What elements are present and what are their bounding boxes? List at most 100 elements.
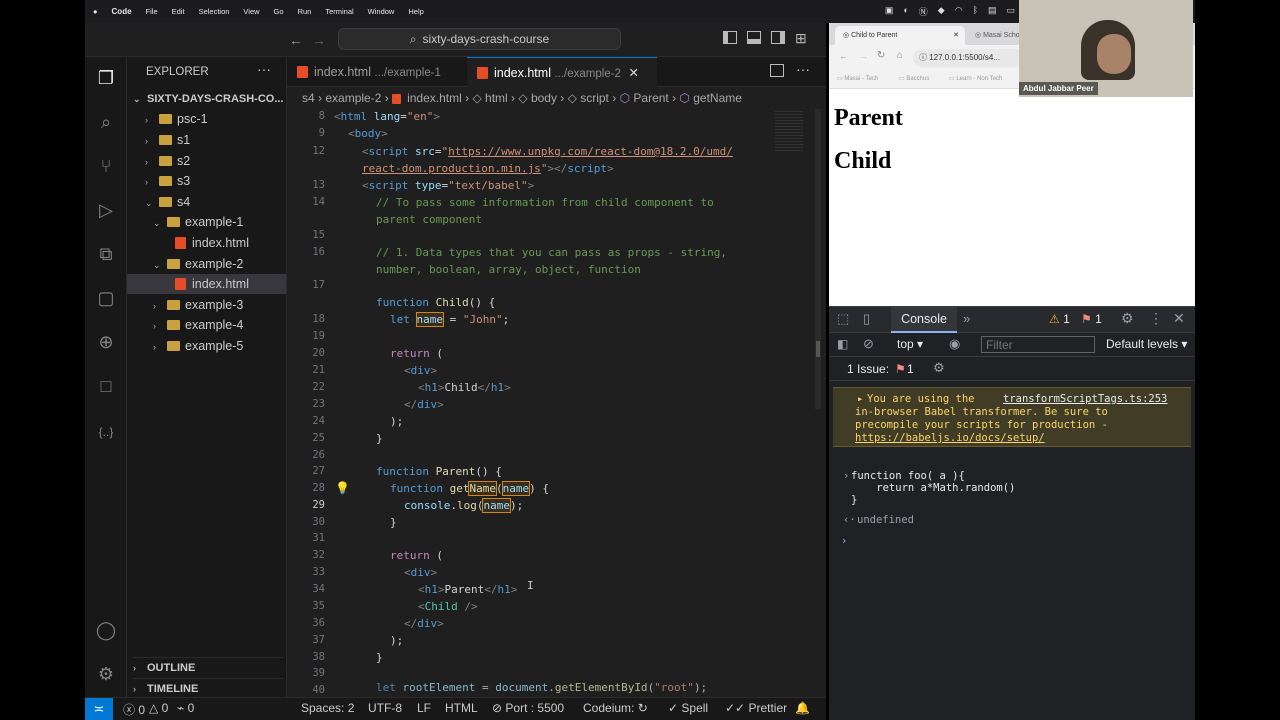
- breadcrumb-item[interactable]: body: [531, 91, 557, 105]
- browser-tab-active[interactable]: ◎ Child to Parent ✕: [835, 26, 965, 45]
- breadcrumb-item[interactable]: getName: [693, 91, 742, 105]
- source-control-icon[interactable]: ⑂: [93, 153, 119, 179]
- tree-item-s4[interactable]: ⌄ s4: [145, 192, 190, 212]
- breadcrumb-item[interactable]: script: [580, 91, 609, 105]
- forward-arrow-icon[interactable]: →: [312, 32, 326, 48]
- run-debug-icon[interactable]: ▷: [93, 197, 119, 223]
- status-icon[interactable]: ◐: [903, 5, 908, 18]
- kebab-menu-icon[interactable]: ⋮: [1149, 310, 1163, 327]
- inspect-element-icon[interactable]: ⬚: [837, 311, 849, 327]
- split-editor-icon[interactable]: [770, 64, 784, 77]
- tab-example-2[interactable]: index.html .../example-2 ✕: [467, 57, 657, 87]
- home-icon[interactable]: ⌂: [897, 50, 903, 61]
- tree-item-example-1[interactable]: ⌄ example-1: [153, 212, 243, 232]
- outline-section[interactable]: › OUTLINE: [133, 657, 283, 677]
- apple-icon[interactable]: ●: [93, 7, 98, 16]
- more-tabs-icon[interactable]: »: [963, 311, 970, 326]
- square-icon[interactable]: □: [93, 373, 119, 399]
- eye-icon[interactable]: ◉: [949, 336, 960, 352]
- tree-item-psc-1[interactable]: › psc-1: [145, 109, 208, 129]
- settings-gear-icon[interactable]: ⚙: [93, 661, 119, 687]
- address-bar[interactable]: ⓘ 127.0.0.1:5500/s4...: [913, 49, 1023, 67]
- command-center-search[interactable]: ⌕ sixty-days-crash-course: [338, 28, 621, 50]
- tree-item-example-2[interactable]: ⌄ example-2: [153, 254, 243, 274]
- back-arrow-icon[interactable]: ←: [839, 51, 848, 61]
- expand-triangle-icon[interactable]: ›: [843, 470, 849, 482]
- warnings-indicator[interactable]: △ 0: [149, 701, 168, 715]
- remote-explorer-icon[interactable]: ▢: [93, 285, 119, 311]
- device-toolbar-icon[interactable]: ▯: [863, 311, 870, 327]
- status-icon[interactable]: Ⓝ: [919, 5, 928, 18]
- menu-run[interactable]: Run: [298, 7, 312, 16]
- menu-help[interactable]: Help: [408, 7, 423, 16]
- close-icon[interactable]: ✕: [953, 26, 959, 45]
- settings-gear-icon[interactable]: ⚙: [933, 360, 945, 376]
- settings-gear-icon[interactable]: ⚙: [1121, 310, 1134, 327]
- menu-terminal[interactable]: Terminal: [325, 7, 353, 16]
- status-icon[interactable]: ▤: [988, 5, 997, 18]
- customize-layout-icon[interactable]: ⊞: [795, 30, 807, 47]
- account-icon[interactable]: ◯: [93, 617, 119, 643]
- live-server-port[interactable]: ⊘ Port : 5500: [492, 701, 564, 715]
- menu-app-name[interactable]: Code: [112, 7, 132, 16]
- extensions-icon[interactable]: ⧉: [93, 241, 119, 267]
- wifi-icon[interactable]: ◠: [955, 5, 963, 18]
- prettier-status[interactable]: ✓✓ Prettier: [725, 701, 787, 715]
- tree-item-index-html-1[interactable]: index.html: [175, 233, 249, 253]
- menu-selection[interactable]: Selection: [199, 7, 230, 16]
- language-status[interactable]: HTML: [445, 701, 478, 715]
- bookmark-item[interactable]: ▭ Masai - Tech: [837, 75, 878, 82]
- status-icon[interactable]: ▣: [885, 5, 894, 18]
- status-icon[interactable]: ◆: [938, 5, 945, 18]
- babel-docs-link[interactable]: https://babeljs.io/docs/setup/: [855, 432, 1045, 444]
- sidebar-toggle-icon[interactable]: ◧: [837, 337, 848, 351]
- menu-view[interactable]: View: [243, 7, 259, 16]
- tree-item-index-html-2[interactable]: index.html: [127, 274, 286, 294]
- forward-arrow-icon[interactable]: →: [859, 51, 868, 61]
- menu-edit[interactable]: Edit: [172, 7, 185, 16]
- project-root[interactable]: ⌄ SIXTY-DAYS-CRASH-CO...: [133, 89, 284, 109]
- tree-item-example-3[interactable]: › example-3: [153, 295, 243, 315]
- reload-icon[interactable]: ↻: [877, 50, 885, 61]
- breadcrumb-item[interactable]: Parent: [633, 91, 668, 105]
- spell-status[interactable]: ✓ Spell: [668, 701, 708, 715]
- remote-indicator-icon[interactable]: ≍: [85, 698, 113, 720]
- lightbulb-icon[interactable]: 💡: [335, 481, 350, 495]
- json-icon[interactable]: {..}: [93, 419, 119, 445]
- tab-example-1[interactable]: index.html .../example-1: [287, 57, 467, 87]
- minimap[interactable]: [773, 109, 823, 697]
- close-icon[interactable]: ✕: [1173, 310, 1185, 327]
- toggle-secondary-sidebar-icon[interactable]: [771, 31, 785, 44]
- clear-console-icon[interactable]: ⊘: [863, 336, 874, 352]
- tree-item-s2[interactable]: › s2: [145, 151, 190, 171]
- warning-source-link[interactable]: transformScriptTags.ts:253: [1003, 393, 1167, 405]
- errors-indicator[interactable]: ⓧ 0: [123, 701, 145, 718]
- menu-file[interactable]: File: [146, 7, 158, 16]
- bookmark-item[interactable]: ▭ Learn - Non Tech: [949, 75, 1002, 82]
- menu-go[interactable]: Go: [274, 7, 284, 16]
- breadcrumb-item[interactable]: index.html: [407, 91, 462, 105]
- codeium-status[interactable]: Codeium: ↻: [583, 701, 648, 715]
- encoding-status[interactable]: UTF-8: [368, 701, 402, 715]
- console-prompt[interactable]: ›: [841, 535, 847, 547]
- tree-item-example-4[interactable]: › example-4: [153, 315, 243, 335]
- tree-item-s1[interactable]: › s1: [145, 130, 190, 150]
- tab-console[interactable]: Console: [891, 307, 957, 333]
- toggle-panel-icon[interactable]: [747, 31, 761, 44]
- bookmark-item[interactable]: ▭ Bacchus: [899, 75, 929, 82]
- log-levels-dropdown[interactable]: Default levels ▾: [1106, 337, 1187, 351]
- tree-item-example-5[interactable]: › example-5: [153, 336, 243, 356]
- breadcrumb-item[interactable]: example-2: [325, 91, 381, 105]
- breadcrumb-item[interactable]: html: [485, 91, 508, 105]
- back-arrow-icon[interactable]: ←: [289, 32, 303, 48]
- close-icon[interactable]: ✕: [628, 66, 638, 80]
- breadcrumb-item[interactable]: s4: [302, 91, 315, 105]
- console-filter-input[interactable]: [981, 336, 1095, 353]
- battery-icon[interactable]: ▭: [1006, 5, 1015, 18]
- toggle-sidebar-icon[interactable]: [723, 31, 737, 44]
- indentation-status[interactable]: Spaces: 2: [301, 701, 354, 715]
- expand-triangle-icon[interactable]: ▸: [857, 393, 863, 405]
- eol-status[interactable]: LF: [417, 701, 431, 715]
- more-actions-icon[interactable]: ···: [257, 61, 271, 77]
- search-icon[interactable]: ⌕: [93, 109, 119, 135]
